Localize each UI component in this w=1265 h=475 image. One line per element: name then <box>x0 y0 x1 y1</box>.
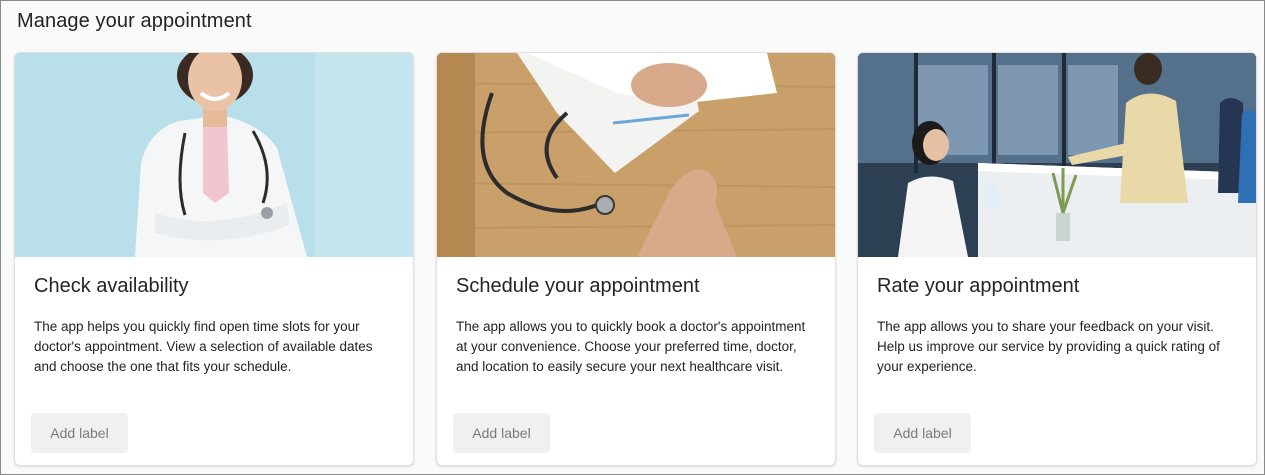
card-description: The app helps you quickly find open time… <box>34 319 373 374</box>
card-schedule-appointment: Schedule your appointment The app allows… <box>436 52 836 466</box>
add-label-button[interactable]: Add label <box>453 413 550 453</box>
card-rate-appointment: Rate your appointment The app allows you… <box>857 52 1257 466</box>
page-title: Manage your appointment <box>17 10 252 32</box>
reception-desk-image <box>858 53 1256 257</box>
card-description: The app allows you to quickly book a doc… <box>456 319 806 374</box>
add-label-button[interactable]: Add label <box>874 413 971 453</box>
card-check-availability: Check availability The app helps you qui… <box>14 52 414 466</box>
card-title: Check availability <box>34 275 189 297</box>
app-frame: Manage your appointment Check availabili… <box>0 0 1265 475</box>
stethoscope-desk-image <box>437 53 835 257</box>
add-label-button[interactable]: Add label <box>31 413 128 453</box>
card-description: The app allows you to share your feedbac… <box>877 319 1220 374</box>
card-title: Rate your appointment <box>877 275 1080 297</box>
doctor-portrait-image <box>15 53 413 257</box>
card-title: Schedule your appointment <box>456 275 700 297</box>
